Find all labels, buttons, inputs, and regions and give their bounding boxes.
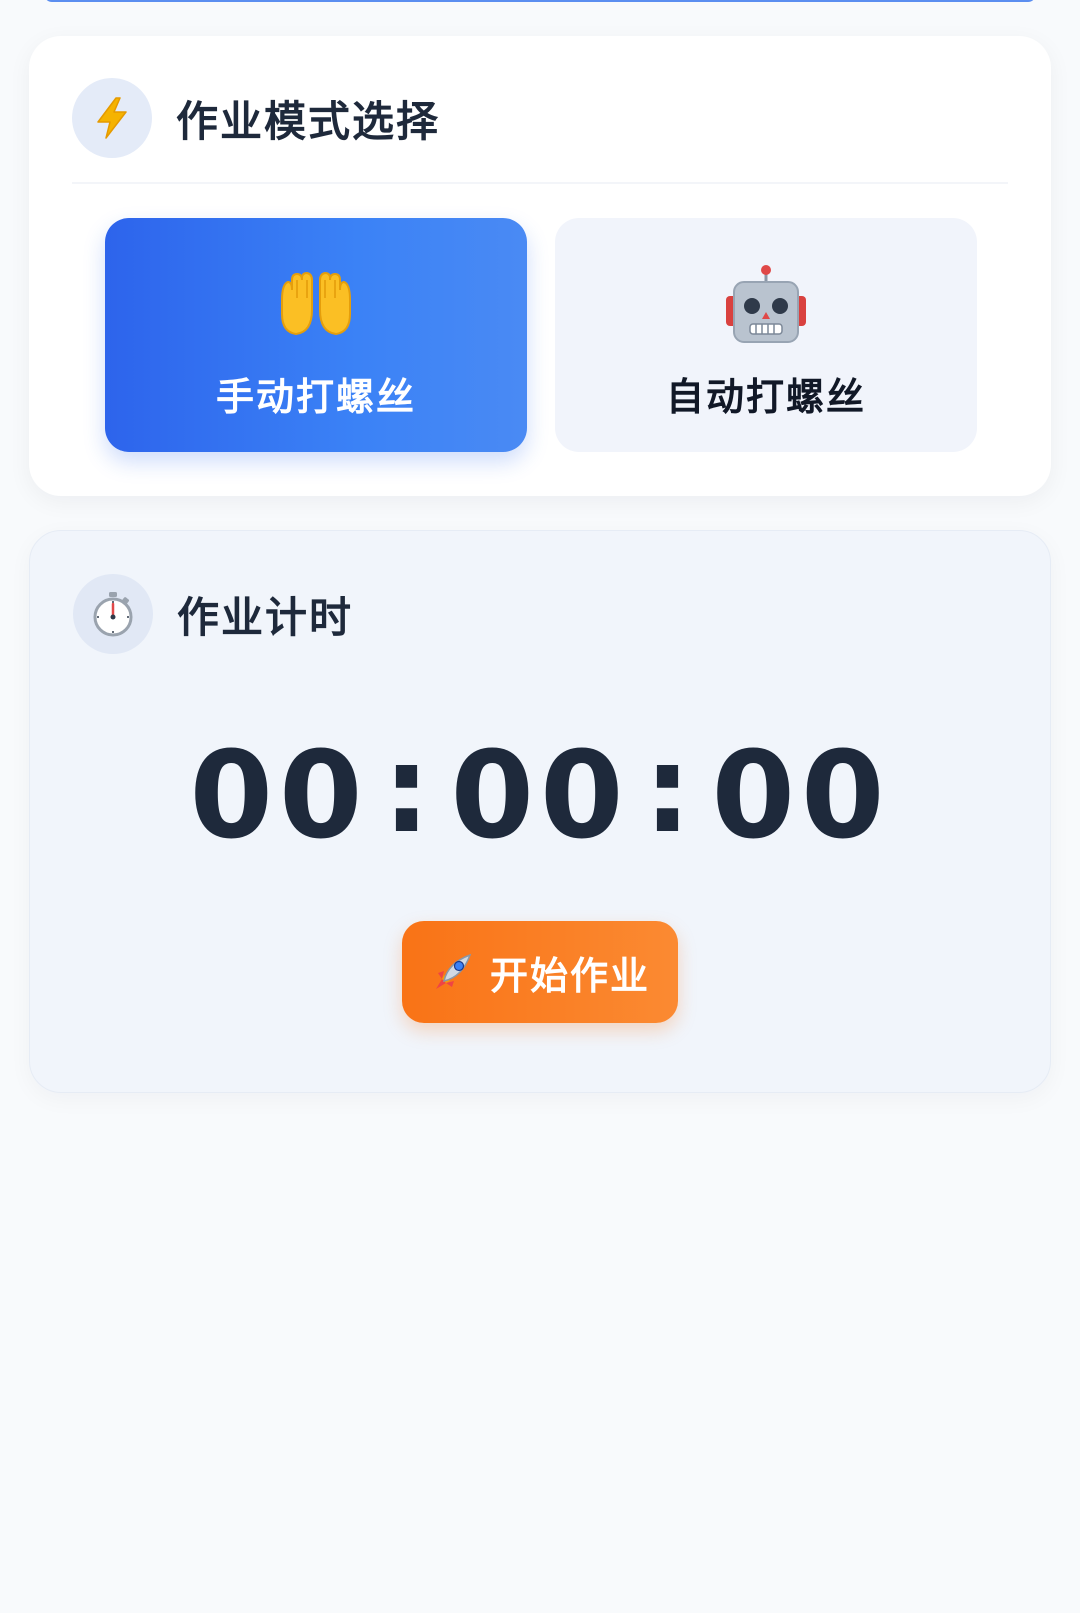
timer-separator: : bbox=[643, 721, 698, 860]
start-work-button[interactable]: 开始作业 bbox=[402, 921, 678, 1023]
page: 作业模式选择 手动打螺丝 自动打螺丝 作业计时 00: 00: 00 开始作… bbox=[0, 0, 1080, 1613]
mode-selection-card: 作业模式选择 手动打螺丝 自动打螺丝 bbox=[29, 36, 1051, 496]
robot-icon bbox=[724, 264, 808, 348]
timer-section-title: 作业计时 bbox=[177, 592, 354, 642]
manual-mode-button[interactable]: 手动打螺丝 bbox=[105, 218, 527, 452]
timer-separator: : bbox=[382, 721, 437, 860]
open-hands-icon bbox=[274, 264, 358, 348]
timer-section-header: 作业计时 bbox=[73, 574, 353, 654]
timer-hours: 00 bbox=[189, 727, 369, 866]
manual-mode-label: 手动打螺丝 bbox=[215, 375, 416, 419]
timer-display: 00 : 00 : 00 bbox=[30, 721, 1050, 866]
lightning-icon bbox=[72, 78, 152, 158]
start-work-label: 开始作业 bbox=[489, 953, 650, 998]
mode-section-header: 作业模式选择 bbox=[72, 78, 440, 158]
timer-minutes: 00 bbox=[450, 727, 630, 866]
top-strip bbox=[44, 0, 1036, 2]
auto-mode-button[interactable]: 自动打螺丝 bbox=[555, 218, 977, 452]
rocket-icon bbox=[430, 949, 476, 995]
mode-section-title: 作业模式选择 bbox=[176, 96, 441, 146]
auto-mode-label: 自动打螺丝 bbox=[665, 375, 866, 419]
stopwatch-icon bbox=[73, 574, 153, 654]
timer-card: 作业计时 00 : 00 : 00 开始作业 bbox=[29, 530, 1051, 1093]
divider bbox=[72, 182, 1008, 184]
timer-seconds: 00 bbox=[711, 727, 891, 866]
